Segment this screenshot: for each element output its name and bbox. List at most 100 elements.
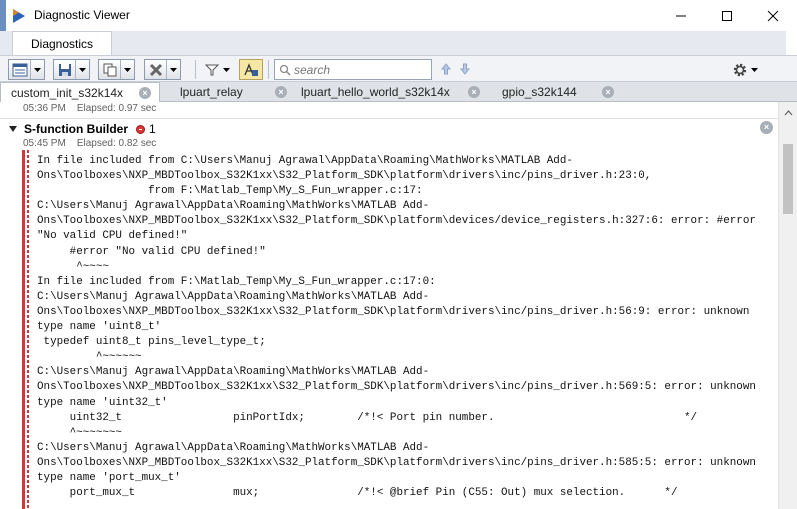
copy-button-group[interactable] (98, 59, 135, 80)
log-line: C:\Users\Manuj Agrawal\AppData\Roaming\M… (37, 290, 430, 303)
collapse-caret-icon[interactable] (8, 124, 18, 134)
log-line: uint32_t pinPortIdx; /*!< Port pin numbe… (69, 411, 698, 424)
chevron-down-icon (170, 67, 177, 72)
minimize-button[interactable] (658, 0, 704, 31)
toolbar-separator (268, 60, 269, 79)
vertical-scrollbar[interactable] (778, 102, 797, 509)
arrow-up-icon (441, 63, 451, 75)
log-line: ^~~~~~~~ (69, 426, 122, 439)
highlight-icon (244, 62, 258, 76)
title-bar: Diagnostic Viewer (0, 0, 797, 62)
search-previous-button[interactable] (439, 62, 453, 76)
scroll-up-button[interactable] (779, 106, 797, 120)
save-dropdown[interactable] (76, 60, 89, 79)
error-log-text: In file included from C:\Users\Manuj Agr… (25, 150, 774, 501)
settings-button[interactable] (728, 60, 762, 79)
tab-lpuart-hello-world[interactable]: lpuart_hello_world_s32k14x × (295, 82, 488, 102)
section-title: S-function Builder (24, 122, 128, 136)
tab-diagnostics[interactable]: Diagnostics (12, 31, 112, 55)
tab-label: lpuart_relay (180, 85, 243, 99)
copy-dropdown[interactable] (121, 60, 134, 79)
section-close-icon[interactable]: × (760, 121, 773, 134)
error-log[interactable]: In file included from C:\Users\Manuj Agr… (22, 150, 774, 509)
copy-icon (103, 63, 116, 76)
log-line: typedef uint8_t pins_level_type_t; (43, 336, 266, 349)
log-line: #error "No valid CPU defined!" (69, 245, 266, 258)
error-icon (136, 124, 145, 134)
report-button-group[interactable] (8, 59, 45, 80)
highlight-toggle[interactable] (239, 59, 263, 80)
log-line: Ons\Toolboxes\NXP_MBDToolbox_S32K1xx\S32… (37, 215, 756, 228)
chevron-down-icon (124, 67, 131, 72)
tab-close-icon[interactable]: × (602, 86, 614, 98)
copy-button[interactable] (99, 60, 121, 79)
chevron-down-icon (79, 67, 86, 72)
previous-entry-meta: 05:36 PM Elapsed: 0.97 sec (23, 103, 156, 114)
log-line: Ons\Toolboxes\NXP_MBDToolbox_S32K1xx\S32… (37, 456, 756, 469)
maximize-button[interactable] (704, 0, 750, 31)
ribbon-tab-strip: Diagnostics (0, 31, 797, 55)
log-line: C:\Users\Manuj Agrawal\AppData\Roaming\M… (37, 366, 430, 379)
previous-entry-time: 05:36 PM (23, 103, 66, 114)
section-time: 05:45 PM (23, 138, 66, 149)
scroll-thumb[interactable] (783, 144, 793, 214)
search-input[interactable] (291, 62, 426, 77)
close-button[interactable] (750, 0, 796, 31)
log-line: ^~~~~~~ (95, 351, 142, 364)
entry-divider (0, 118, 778, 119)
tab-custom-init[interactable]: custom_init_s32k14x × (0, 82, 160, 103)
log-line: from F:\Matlab_Temp\My_S_Fun_wrapper.c:1… (148, 185, 423, 198)
minimize-icon (676, 15, 686, 16)
log-line: Ons\Toolboxes\NXP_MBDToolbox_S32K1xx\S32… (37, 305, 750, 318)
model-tab-strip: custom_init_s32k14x × lpuart_relay × lpu… (0, 82, 797, 103)
report-dropdown[interactable] (31, 60, 44, 79)
report-button[interactable] (9, 60, 31, 79)
tab-lpuart-relay[interactable]: lpuart_relay × (160, 82, 295, 102)
app-icon (13, 9, 25, 23)
save-button-group[interactable] (53, 59, 90, 80)
maximize-icon (722, 10, 732, 21)
clear-button[interactable] (145, 60, 167, 79)
log-line: Ons\Toolboxes\NXP_MBDToolbox_S32K1xx\S32… (37, 170, 652, 183)
chevron-down-icon (34, 67, 41, 72)
close-icon (767, 10, 779, 21)
chevron-down-icon (222, 67, 230, 72)
log-line: Ons\Toolboxes\NXP_MBDToolbox_S32K1xx\S32… (37, 381, 756, 394)
tab-label: lpuart_hello_world_s32k14x (301, 85, 450, 99)
toolbar (0, 55, 797, 82)
search-box[interactable] (274, 59, 432, 80)
log-line: C:\Users\Manuj Agrawal\AppData\Roaming\M… (37, 441, 430, 454)
log-line: port_mux_t mux; /*!< @brief Pin (C55: Ou… (69, 487, 678, 500)
chevron-down-icon (751, 67, 758, 72)
section-header[interactable]: S-function Builder 1 (8, 122, 156, 136)
previous-entry-elapsed: Elapsed: 0.97 sec (76, 103, 157, 114)
save-button[interactable] (54, 60, 76, 79)
scroll-up-icon (784, 110, 792, 116)
log-line: type name 'uint8_t' (37, 321, 162, 334)
clear-dropdown[interactable] (167, 60, 180, 79)
tab-close-icon[interactable]: × (468, 86, 480, 98)
filter-icon (204, 64, 219, 75)
toolbar-separator (195, 60, 196, 79)
search-icon (279, 64, 291, 76)
clear-button-group[interactable] (144, 59, 181, 80)
clear-icon (149, 63, 162, 76)
tab-close-icon[interactable]: × (139, 87, 151, 99)
tab-label: gpio_s32k144 (502, 85, 577, 99)
log-line: "No valid CPU defined!" (37, 230, 188, 243)
gear-icon (733, 63, 747, 76)
log-line: C:\Users\Manuj Agrawal\AppData\Roaming\M… (37, 200, 430, 213)
log-line: In file included from C:\Users\Manuj Agr… (37, 155, 573, 167)
tab-gpio[interactable]: gpio_s32k144 × (488, 82, 622, 102)
section-elapsed: Elapsed: 0.82 sec (76, 138, 157, 149)
tab-label: custom_init_s32k14x (11, 85, 124, 100)
tab-close-icon[interactable]: × (275, 86, 287, 98)
section-meta: 05:45 PM Elapsed: 0.82 sec (23, 138, 156, 149)
log-line: In file included from F:\Matlab_Temp\My_… (37, 275, 436, 288)
ribbon-edge (786, 31, 797, 55)
error-count-value: 1 (149, 122, 156, 136)
report-icon (12, 63, 27, 76)
filter-button[interactable] (199, 59, 235, 80)
window-title: Diagnostic Viewer (34, 8, 130, 22)
search-next-button[interactable] (458, 62, 472, 76)
